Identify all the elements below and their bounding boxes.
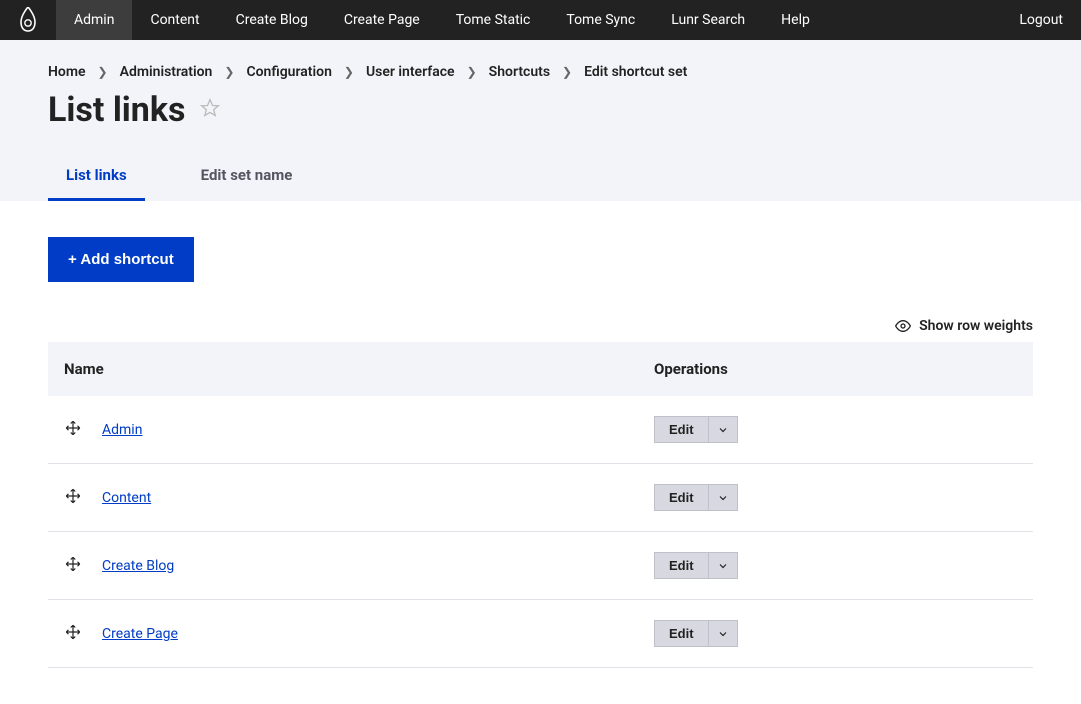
show-row-weights-label: Show row weights	[919, 318, 1033, 334]
edit-button[interactable]: Edit	[654, 484, 709, 511]
admin-toolbar: Admin Content Create Blog Create Page To…	[0, 0, 1081, 40]
shortcut-link[interactable]: Create Page	[102, 626, 178, 642]
drag-handle-icon[interactable]	[64, 555, 82, 577]
shortcut-link[interactable]: Admin	[102, 422, 142, 438]
operations-dropdown-toggle[interactable]	[709, 416, 738, 443]
breadcrumb: Home ❯ Administration ❯ Configuration ❯ …	[48, 64, 1033, 80]
table-row: Admin Edit	[48, 396, 1033, 464]
operations-dropdown-toggle[interactable]	[709, 620, 738, 647]
chevron-right-icon: ❯	[562, 65, 572, 79]
table-row: Create Page Edit	[48, 600, 1033, 668]
operations-dropdown-toggle[interactable]	[709, 484, 738, 511]
add-shortcut-button[interactable]: + Add shortcut	[48, 237, 194, 282]
chevron-right-icon: ❯	[98, 65, 108, 79]
content-area: + Add shortcut Show row weights Name Ope…	[0, 201, 1081, 704]
chevron-right-icon: ❯	[467, 65, 477, 79]
star-outline-icon[interactable]	[200, 98, 220, 122]
edit-button[interactable]: Edit	[654, 416, 709, 443]
chevron-right-icon: ❯	[224, 65, 234, 79]
toolbar-item-logout[interactable]: Logout	[1001, 0, 1081, 40]
toolbar-item-content[interactable]: Content	[132, 0, 217, 40]
breadcrumb-shortcuts[interactable]: Shortcuts	[489, 64, 550, 80]
column-header-name: Name	[48, 342, 638, 396]
edit-button[interactable]: Edit	[654, 620, 709, 647]
toolbar-item-create-blog[interactable]: Create Blog	[218, 0, 326, 40]
breadcrumb-user-interface[interactable]: User interface	[366, 64, 455, 80]
edit-button[interactable]: Edit	[654, 552, 709, 579]
table-row: Content Edit	[48, 464, 1033, 532]
shortcut-link[interactable]: Create Blog	[102, 558, 174, 574]
region-header: Home ❯ Administration ❯ Configuration ❯ …	[0, 40, 1081, 201]
eye-icon	[895, 318, 911, 334]
toolbar-item-tome-static[interactable]: Tome Static	[438, 0, 549, 40]
tab-list-links[interactable]: List links	[48, 154, 145, 201]
chevron-right-icon: ❯	[344, 65, 354, 79]
toolbar-item-admin[interactable]: Admin	[56, 0, 132, 40]
drag-handle-icon[interactable]	[64, 419, 82, 441]
table-row: Create Blog Edit	[48, 532, 1033, 600]
breadcrumb-edit-shortcut-set[interactable]: Edit shortcut set	[584, 64, 687, 80]
toolbar-item-tome-sync[interactable]: Tome Sync	[548, 0, 653, 40]
tab-edit-set-name[interactable]: Edit set name	[183, 154, 311, 201]
show-row-weights-toggle[interactable]: Show row weights	[48, 318, 1033, 334]
operations-dropdown-toggle[interactable]	[709, 552, 738, 579]
toolbar-item-create-page[interactable]: Create Page	[326, 0, 438, 40]
toolbar-item-lunr-search[interactable]: Lunr Search	[653, 0, 763, 40]
breadcrumb-administration[interactable]: Administration	[120, 64, 213, 80]
drag-handle-icon[interactable]	[64, 487, 82, 509]
page-title: List links	[48, 90, 186, 130]
drupal-logo[interactable]	[0, 0, 56, 40]
shortcut-link[interactable]: Content	[102, 490, 151, 506]
breadcrumb-configuration[interactable]: Configuration	[246, 64, 331, 80]
drupal-icon	[18, 7, 38, 33]
tabs: List links Edit set name	[48, 154, 1033, 201]
breadcrumb-home[interactable]: Home	[48, 64, 86, 80]
toolbar-item-help[interactable]: Help	[763, 0, 828, 40]
drag-handle-icon[interactable]	[64, 623, 82, 645]
column-header-operations: Operations	[638, 342, 1033, 396]
shortcuts-table: Name Operations AdminEditContentEditCrea…	[48, 342, 1033, 668]
